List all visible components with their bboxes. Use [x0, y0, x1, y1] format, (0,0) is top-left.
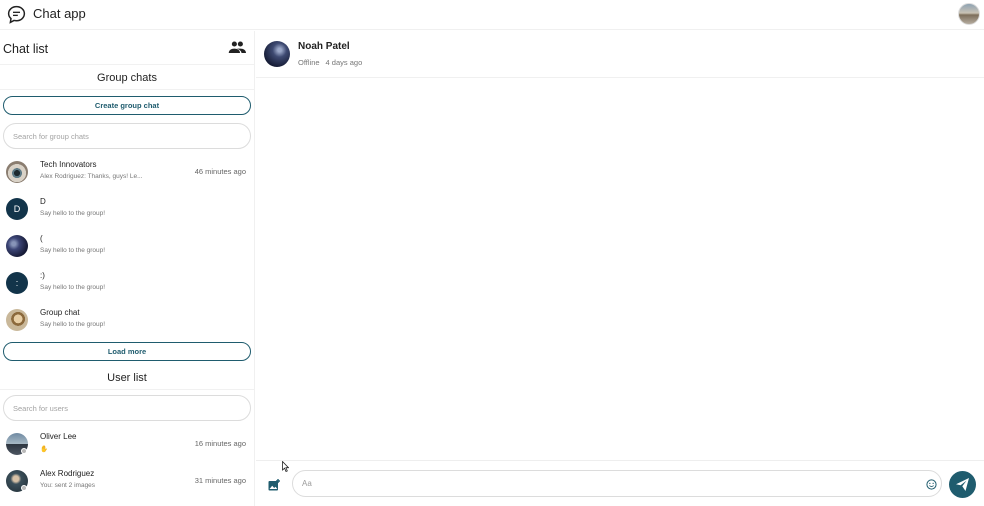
offline-status-dot	[21, 485, 27, 491]
group-chat-item[interactable]: Tech Innovators Alex Rodriguez: Thanks, …	[0, 154, 254, 191]
group-preview: Alex Rodriguez: Thanks, guys! Le...	[40, 173, 143, 180]
group-preview: Say hello to the group!	[40, 284, 106, 291]
group-name: Tech Innovators	[40, 160, 97, 169]
user-item[interactable]: Oliver Lee ✋ 16 minutes ago	[0, 426, 254, 463]
last-seen-text: 4 days ago	[325, 58, 363, 67]
message-composer	[256, 460, 984, 506]
mouse-cursor-icon	[282, 461, 289, 472]
app-title: Chat app	[33, 6, 86, 21]
load-more-button[interactable]: Load more	[3, 342, 251, 361]
message-input[interactable]	[292, 470, 942, 497]
contact-avatar[interactable]	[264, 41, 290, 67]
divider	[0, 89, 254, 90]
group-chat-item[interactable]: D D Say hello to the group!	[0, 191, 254, 228]
offline-status-dot	[21, 448, 27, 454]
group-chat-item[interactable]: : :) Say hello to the group!	[0, 265, 254, 302]
chat-bubble-icon[interactable]	[6, 4, 27, 25]
people-icon[interactable]	[228, 40, 246, 54]
user-list-heading: User list	[107, 372, 147, 384]
group-avatar: :	[6, 272, 28, 294]
group-avatar	[6, 235, 28, 257]
user-name: Alex Rodriguez	[40, 469, 95, 478]
group-name: (	[40, 234, 43, 243]
group-chat-item[interactable]: Group chat Say hello to the group!	[0, 302, 254, 339]
contact-status: Offline 4 days ago	[298, 58, 362, 67]
user-time: 16 minutes ago	[194, 439, 246, 448]
image-add-icon[interactable]	[268, 479, 280, 491]
user-name: Oliver Lee	[40, 432, 77, 441]
chat-header: Noah Patel Offline 4 days ago	[256, 31, 984, 78]
group-avatar: D	[6, 198, 28, 220]
user-time: 31 minutes ago	[194, 476, 246, 485]
group-search-input[interactable]	[3, 123, 251, 149]
user-preview: ✋	[40, 446, 49, 453]
send-button[interactable]	[949, 471, 976, 498]
group-preview: Say hello to the group!	[40, 210, 106, 217]
group-preview: Say hello to the group!	[40, 321, 106, 328]
group-avatar	[6, 309, 28, 331]
user-preview: You: sent 2 images	[40, 482, 96, 489]
user-item[interactable]: Alex Rodriguez You: sent 2 images 31 min…	[0, 463, 254, 500]
divider	[0, 389, 254, 390]
contact-name: Noah Patel	[298, 41, 350, 52]
chat-list-title: Chat list	[3, 42, 49, 56]
group-preview: Say hello to the group!	[40, 247, 106, 254]
send-icon	[956, 478, 969, 491]
divider	[0, 64, 254, 65]
group-avatar	[6, 161, 28, 183]
group-time: 46 minutes ago	[194, 167, 246, 176]
group-name: D	[40, 197, 46, 206]
group-name: :)	[40, 271, 45, 280]
smiley-icon[interactable]	[926, 479, 937, 490]
group-name: Group chat	[40, 308, 80, 317]
sidebar: Chat list Group chats Create group chat …	[0, 31, 255, 506]
group-chats-heading: Group chats	[97, 72, 157, 84]
group-chat-item[interactable]: ( Say hello to the group!	[0, 228, 254, 265]
user-search-input[interactable]	[3, 395, 251, 421]
current-user-avatar[interactable]	[958, 3, 980, 25]
top-bar: Chat app	[0, 0, 984, 30]
status-text: Offline	[298, 58, 320, 67]
create-group-chat-button[interactable]: Create group chat	[3, 96, 251, 115]
